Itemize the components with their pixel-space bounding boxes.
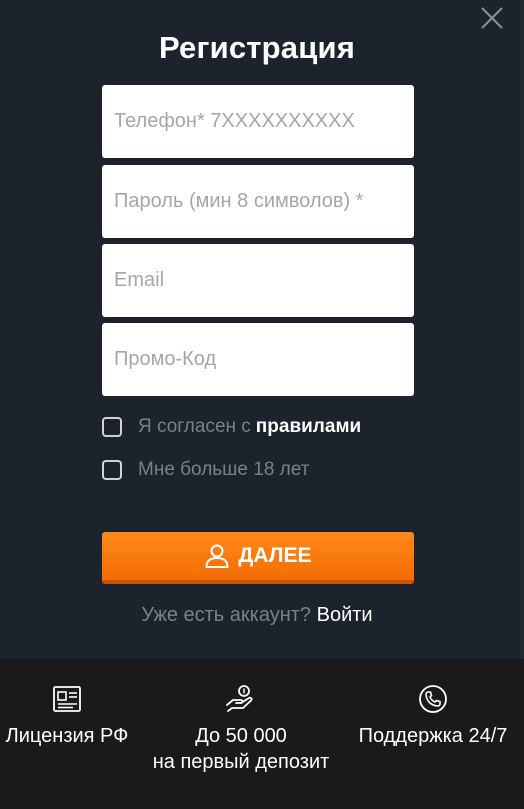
next-button[interactable]: ДАЛЕЕ — [102, 532, 414, 584]
age-confirm-row: Мне больше 18 лет — [102, 459, 309, 481]
password-input[interactable] — [102, 165, 414, 238]
agree-rules-row: Я согласен с правилами — [102, 416, 361, 438]
feature-license-label: Лицензия РФ — [5, 725, 129, 747]
rules-link[interactable]: правилами — [256, 416, 361, 438]
age-confirm-label: Мне больше 18 лет — [138, 459, 310, 480]
user-icon — [205, 544, 229, 568]
hand-coin-icon — [226, 685, 253, 712]
phone-support-icon — [419, 685, 447, 713]
promo-code-input[interactable] — [102, 323, 414, 396]
email-input[interactable] — [102, 244, 414, 317]
next-button-label: ДАЛЕЕ — [238, 544, 312, 567]
close-button[interactable] — [478, 4, 506, 32]
login-prompt-text: Уже есть аккаунт? — [141, 604, 317, 626]
agree-rules-checkbox[interactable] — [102, 417, 122, 437]
feature-deposit-amount: До 50 000 — [195, 725, 287, 747]
agree-rules-label: Я согласен с — [138, 416, 251, 437]
phone-input[interactable] — [102, 85, 414, 158]
age-confirm-checkbox[interactable] — [102, 460, 122, 480]
feature-deposit-bonus: До 50 000 на первый депозит — [141, 683, 341, 775]
login-link[interactable]: Войти — [317, 604, 373, 626]
close-icon — [481, 7, 503, 29]
license-document-icon — [53, 686, 81, 712]
feature-support: Поддержка 24/7 — [346, 683, 520, 749]
feature-deposit-caption: на первый депозит — [152, 751, 330, 773]
feature-support-label: Поддержка 24/7 — [358, 725, 508, 747]
login-prompt: Уже есть аккаунт? Войти — [0, 604, 514, 627]
features-footer: Лицензия РФ До 50 000 на первый депозит … — [0, 659, 524, 809]
feature-license: Лицензия РФ — [0, 683, 134, 749]
modal-title: Регистрация — [158, 30, 356, 65]
